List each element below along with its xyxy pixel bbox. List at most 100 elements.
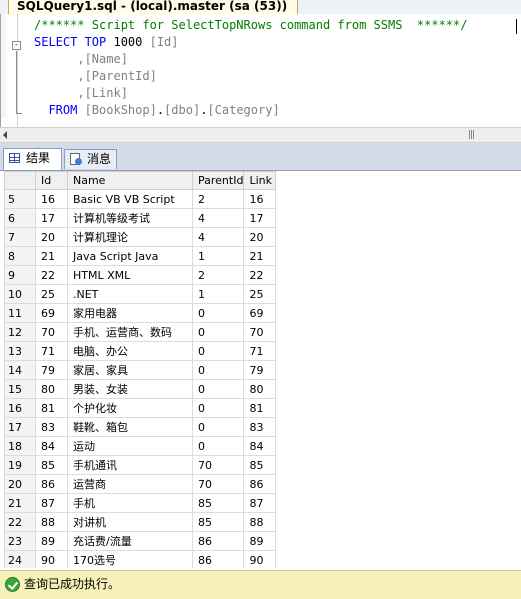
table-row[interactable]: 10 25 .NET 1 25: [4, 284, 277, 304]
id-cell[interactable]: 16: [35, 189, 68, 209]
table-row[interactable]: 9 22 HTML XML 2 22: [4, 265, 277, 285]
parentid-cell[interactable]: 0: [191, 322, 245, 342]
link-cell[interactable]: 84: [243, 436, 277, 456]
link-cell[interactable]: 71: [243, 341, 277, 361]
name-cell[interactable]: 对讲机: [67, 512, 193, 532]
link-cell[interactable]: 22: [243, 265, 277, 285]
row-number-cell[interactable]: 13: [4, 341, 36, 361]
name-cell[interactable]: 手机: [67, 493, 193, 513]
name-cell[interactable]: 运营商: [67, 474, 193, 494]
column-header-name[interactable]: Name: [67, 171, 193, 190]
row-number-cell[interactable]: 9: [4, 265, 36, 285]
row-number-cell[interactable]: 15: [4, 379, 36, 399]
name-cell[interactable]: 计算机理论: [67, 227, 193, 247]
tab-results[interactable]: 结果: [3, 148, 62, 170]
link-cell[interactable]: 79: [243, 360, 277, 380]
link-cell[interactable]: 88: [243, 512, 277, 532]
name-cell[interactable]: 个护化妆: [67, 398, 193, 418]
code-line[interactable]: /****** Script for SelectTopNRows comman…: [34, 17, 467, 34]
editor-horizontal-scrollbar[interactable]: |||: [0, 127, 521, 143]
id-cell[interactable]: 88: [35, 512, 68, 532]
row-number-cell[interactable]: 23: [4, 531, 36, 551]
name-cell[interactable]: 170选号: [67, 550, 193, 568]
name-cell[interactable]: 鞋靴、箱包: [67, 417, 193, 437]
parentid-cell[interactable]: 0: [191, 436, 245, 456]
link-cell[interactable]: 83: [243, 417, 277, 437]
id-cell[interactable]: 80: [35, 379, 68, 399]
parentid-cell[interactable]: 0: [191, 417, 245, 437]
id-cell[interactable]: 22: [35, 265, 68, 285]
column-header-id[interactable]: Id: [35, 171, 68, 190]
collapse-region-icon[interactable]: -: [12, 41, 21, 50]
link-cell[interactable]: 17: [243, 208, 277, 228]
name-cell[interactable]: HTML XML: [67, 265, 193, 285]
parentid-cell[interactable]: 85: [191, 512, 245, 532]
id-cell[interactable]: 79: [35, 360, 68, 380]
row-number-cell[interactable]: 14: [4, 360, 36, 380]
id-cell[interactable]: 84: [35, 436, 68, 456]
row-number-cell[interactable]: 21: [4, 493, 36, 513]
row-number-cell[interactable]: 20: [4, 474, 36, 494]
id-cell[interactable]: 87: [35, 493, 68, 513]
parentid-cell[interactable]: 85: [191, 493, 245, 513]
name-cell[interactable]: Basic VB VB Script: [67, 189, 193, 209]
id-cell[interactable]: 25: [35, 284, 68, 304]
name-cell[interactable]: 男装、女装: [67, 379, 193, 399]
table-row[interactable]: 23 89 充话费/流量 86 89: [4, 531, 277, 551]
table-row[interactable]: 20 86 运营商 70 86: [4, 474, 277, 494]
table-row[interactable]: 16 81 个护化妆 0 81: [4, 398, 277, 418]
link-cell[interactable]: 85: [243, 455, 277, 475]
parentid-cell[interactable]: 2: [191, 265, 245, 285]
name-cell[interactable]: .NET: [67, 284, 193, 304]
name-cell[interactable]: 计算机等级考试: [67, 208, 193, 228]
id-cell[interactable]: 85: [35, 455, 68, 475]
parentid-cell[interactable]: 0: [191, 398, 245, 418]
row-number-cell[interactable]: 24: [4, 550, 36, 568]
parentid-cell[interactable]: 1: [191, 284, 245, 304]
parentid-cell[interactable]: 2: [191, 189, 245, 209]
results-grid[interactable]: Id Name ParentId Link 5 16 Basic VB VB Scr…: [4, 171, 521, 568]
name-cell[interactable]: 手机、运营商、数码: [67, 322, 193, 342]
id-cell[interactable]: 21: [35, 246, 68, 266]
row-number-cell[interactable]: 11: [4, 303, 36, 323]
id-cell[interactable]: 90: [35, 550, 68, 568]
code-line[interactable]: SELECT TOP 1000 [Id]: [34, 34, 179, 51]
table-row[interactable]: 14 79 家居、家具 0 79: [4, 360, 277, 380]
parentid-cell[interactable]: 86: [191, 550, 245, 568]
table-row[interactable]: 11 69 家用电器 0 69: [4, 303, 277, 323]
id-cell[interactable]: 86: [35, 474, 68, 494]
scroll-left-arrow-icon[interactable]: [3, 131, 7, 139]
table-row[interactable]: 21 87 手机 85 87: [4, 493, 277, 513]
row-number-cell[interactable]: 6: [4, 208, 36, 228]
code-line[interactable]: ,[ParentId]: [34, 68, 156, 85]
link-cell[interactable]: 80: [243, 379, 277, 399]
table-row[interactable]: 18 84 运动 0 84: [4, 436, 277, 456]
link-cell[interactable]: 16: [243, 189, 277, 209]
parentid-cell[interactable]: 1: [191, 246, 245, 266]
link-cell[interactable]: 87: [243, 493, 277, 513]
name-cell[interactable]: 充话费/流量: [67, 531, 193, 551]
name-cell[interactable]: 家居、家具: [67, 360, 193, 380]
table-row[interactable]: 17 83 鞋靴、箱包 0 83: [4, 417, 277, 437]
row-number-cell[interactable]: 12: [4, 322, 36, 342]
link-cell[interactable]: 69: [243, 303, 277, 323]
link-cell[interactable]: 70: [243, 322, 277, 342]
parentid-cell[interactable]: 4: [191, 208, 245, 228]
parentid-cell[interactable]: 86: [191, 531, 245, 551]
id-cell[interactable]: 83: [35, 417, 68, 437]
id-cell[interactable]: 70: [35, 322, 68, 342]
name-cell[interactable]: Java Script Java: [67, 246, 193, 266]
row-number-cell[interactable]: 8: [4, 246, 36, 266]
id-cell[interactable]: 17: [35, 208, 68, 228]
table-row[interactable]: 22 88 对讲机 85 88: [4, 512, 277, 532]
code-line[interactable]: FROM [BookShop].[dbo].[Category]: [34, 102, 279, 119]
id-cell[interactable]: 20: [35, 227, 68, 247]
table-row[interactable]: 7 20 计算机理论 4 20: [4, 227, 277, 247]
table-row[interactable]: 19 85 手机通讯 70 85: [4, 455, 277, 475]
id-cell[interactable]: 81: [35, 398, 68, 418]
tab-messages[interactable]: 消息: [64, 149, 117, 169]
table-row[interactable]: 12 70 手机、运营商、数码 0 70: [4, 322, 277, 342]
column-header-parentid[interactable]: ParentId: [191, 171, 245, 190]
link-cell[interactable]: 86: [243, 474, 277, 494]
row-number-cell[interactable]: 16: [4, 398, 36, 418]
